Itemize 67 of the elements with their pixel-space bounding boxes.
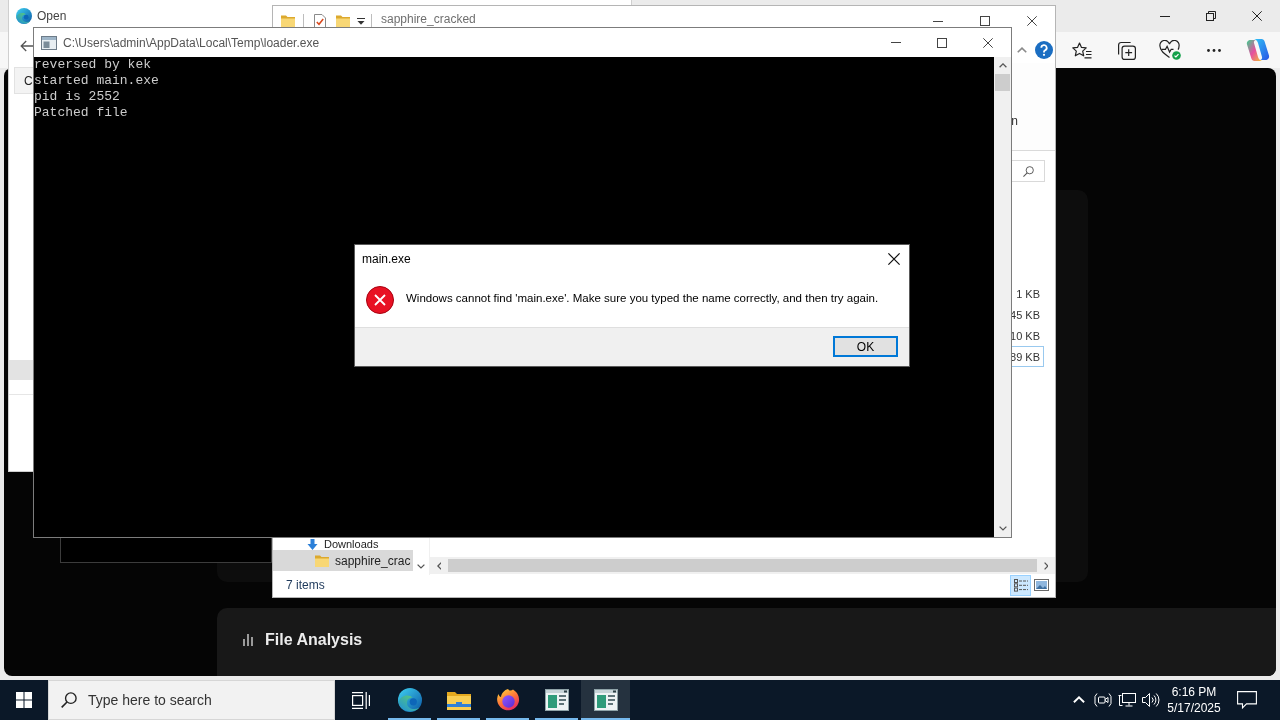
error-icon (366, 286, 394, 314)
close-icon[interactable] (983, 37, 993, 48)
ok-button[interactable]: OK (833, 336, 898, 357)
status-text: 7 items (286, 578, 326, 592)
network-icon[interactable] (1118, 692, 1136, 708)
size-cell[interactable]: 1 KB (1011, 283, 1044, 304)
chevron-up-icon[interactable] (998, 63, 1007, 68)
text-field[interactable]: C (14, 67, 33, 94)
search-field[interactable]: Type here to search (48, 680, 335, 720)
console-line: started main.exe (34, 73, 159, 89)
window-icon[interactable] (544, 689, 569, 711)
nav-item[interactable]: Downloads (273, 538, 413, 550)
logo-icon[interactable] (1246, 38, 1270, 62)
folder-icon[interactable] (446, 690, 471, 710)
swirl-logo-icon (16, 7, 32, 24)
view-button[interactable] (1010, 574, 1031, 596)
thumbnail-view-icon (1034, 579, 1049, 591)
section-title: File Analysis (265, 630, 363, 650)
bar-chart-icon (243, 634, 253, 646)
chevron-left-icon[interactable] (436, 561, 442, 570)
taskbar-app-button[interactable] (581, 680, 630, 720)
folder-icon (315, 554, 329, 567)
start-icon[interactable] (16, 692, 32, 708)
more-icon[interactable] (1207, 48, 1221, 52)
nav-item[interactable]: sapphire_crac (273, 550, 413, 571)
chevron-right-icon[interactable] (1043, 561, 1049, 570)
notification-icon[interactable] (1237, 691, 1257, 709)
minimize-icon[interactable] (1160, 15, 1170, 17)
restore-icon[interactable] (1205, 11, 1216, 21)
close-icon[interactable] (1251, 11, 1262, 21)
maximize-icon[interactable] (937, 37, 947, 48)
console-line: Patched file (34, 105, 128, 121)
clock-time: 6:16 PM (1171, 685, 1217, 699)
clock-date: 5/17/2025 (1167, 701, 1221, 715)
download-icon (307, 539, 318, 550)
volume-icon[interactable] (1142, 692, 1160, 708)
star-list-icon[interactable] (1072, 41, 1092, 59)
window-title: C:\Users\admin\AppData\Local\Temp\loader.exe (63, 35, 320, 50)
window-icon[interactable] (593, 689, 618, 711)
checklist-icon[interactable] (314, 14, 326, 28)
ring-logo-icon[interactable] (495, 688, 520, 712)
help-icon[interactable] (1035, 40, 1053, 59)
camera-icon[interactable] (1094, 692, 1112, 708)
window-title: Open (37, 8, 67, 23)
console-line: reversed by kek (34, 57, 152, 73)
chevron-down-icon[interactable] (998, 526, 1007, 531)
chevron-down-icon[interactable] (417, 564, 425, 569)
console-line: pid is 2552 (34, 89, 120, 105)
minimize-icon[interactable] (932, 20, 943, 22)
close-icon[interactable] (888, 253, 900, 265)
search-icon[interactable] (61, 692, 77, 708)
close-icon[interactable] (1026, 16, 1037, 26)
dropdown-icon[interactable] (357, 17, 365, 25)
ribbon-label: n (1011, 113, 1018, 129)
squares-plus-icon[interactable] (1116, 40, 1136, 60)
scrollbar-thumb[interactable] (995, 74, 1010, 91)
dialog-title: main.exe (362, 252, 411, 266)
window-title: sapphire_cracked (381, 13, 476, 25)
heart-pulse-icon[interactable] (1159, 40, 1181, 60)
window-icon (41, 35, 57, 50)
back-arrow-icon[interactable] (20, 40, 34, 52)
maximize-icon[interactable] (979, 16, 990, 26)
task-view-icon[interactable] (351, 691, 370, 709)
error-message: Windows cannot find 'main.exe'. Make sure you typed the name correctly, and then try again. (406, 292, 879, 304)
swirl-logo-icon[interactable] (397, 688, 422, 712)
scrollbar-thumb[interactable] (448, 559, 1037, 572)
details-view-icon (1013, 578, 1028, 592)
